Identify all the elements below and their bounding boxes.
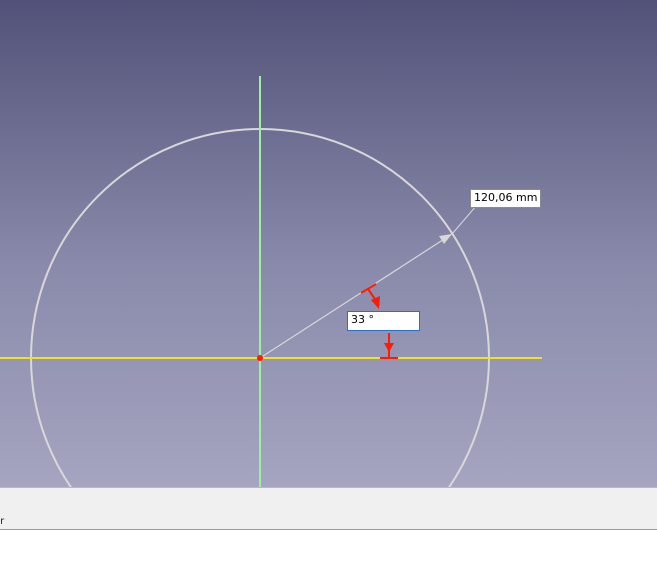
freecad-sketcher-window: 120,06 mm 33 ° er bbox=[0, 0, 657, 566]
report-view-panel: er bbox=[0, 487, 657, 530]
3d-viewport[interactable]: 120,06 mm 33 ° bbox=[0, 0, 657, 487]
sketch-canvas[interactable] bbox=[0, 0, 657, 487]
radius-dimension-label[interactable]: 120,06 mm bbox=[470, 189, 541, 208]
blank-area bbox=[0, 530, 657, 566]
radius-arrow-icon bbox=[439, 234, 452, 244]
center-point[interactable] bbox=[257, 355, 263, 361]
angle-dimension-input[interactable]: 33 ° bbox=[347, 311, 420, 331]
radius-dimension-line[interactable] bbox=[259, 233, 453, 359]
radius-leader-line bbox=[451, 204, 478, 235]
panel-label: er bbox=[0, 516, 5, 527]
